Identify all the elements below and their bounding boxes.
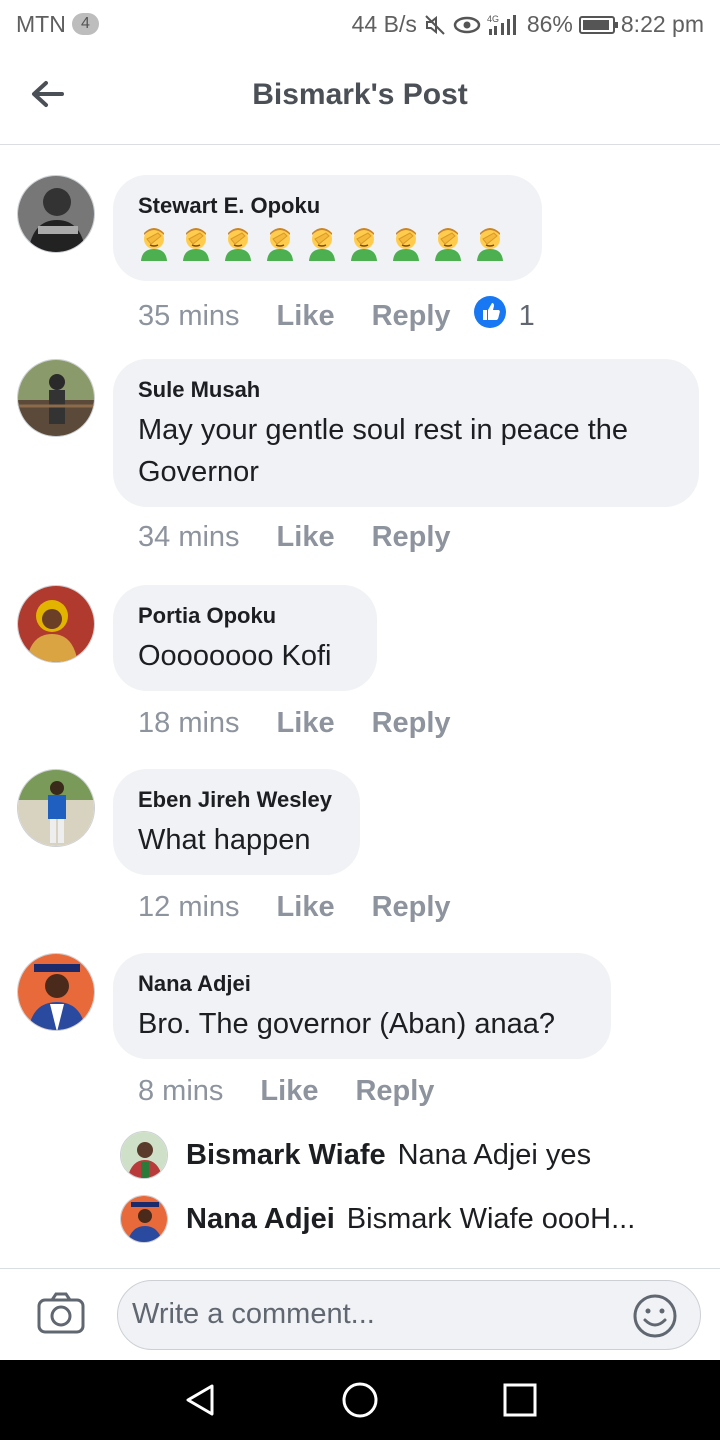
- page-title: Bismark's Post: [252, 78, 468, 111]
- comment-bubble[interactable]: Sule Musah May your gentle soul rest in …: [113, 359, 699, 507]
- network-speed: 44 B/s: [351, 11, 417, 37]
- facepalm-emoji: [474, 225, 506, 266]
- reply-button[interactable]: Reply: [372, 891, 451, 924]
- carrier-name: MTN: [16, 11, 66, 37]
- like-button[interactable]: Like: [260, 1075, 318, 1108]
- comment-time[interactable]: 35 mins: [138, 300, 240, 333]
- like-button[interactable]: Like: [277, 521, 335, 554]
- status-bar: MTN 4 44 B/s 4G 86% 8:22 pm: [0, 0, 720, 50]
- comment-text: May your gentle soul rest in peace the G…: [138, 409, 673, 493]
- comment-input[interactable]: Write a comment...: [117, 1280, 701, 1350]
- camera-icon[interactable]: [37, 1291, 85, 1340]
- facepalm-emoji-row: [138, 225, 516, 266]
- battery-percent: 86%: [526, 11, 573, 37]
- comment-actions: 18 mins Like Reply: [138, 707, 473, 740]
- comment-author[interactable]: Portia Opoku: [138, 603, 351, 629]
- reaction-count: 1: [518, 299, 535, 332]
- reply-text: Nana Adjei yes: [397, 1138, 592, 1171]
- comment-bubble[interactable]: Nana Adjei Bro. The governor (Aban) anaa…: [113, 953, 611, 1059]
- facepalm-emoji: [432, 225, 464, 266]
- comment-bubble[interactable]: Eben Jireh Wesley What happen: [113, 769, 360, 875]
- comment-author[interactable]: Eben Jireh Wesley: [138, 787, 334, 813]
- comment-actions: 12 mins Like Reply: [138, 891, 473, 924]
- comment-text: Bro. The governor (Aban) anaa?: [138, 1008, 556, 1040]
- system-nav-bar: [0, 1360, 720, 1440]
- avatar[interactable]: [17, 953, 95, 1031]
- smiley-icon[interactable]: [632, 1293, 678, 1344]
- like-button[interactable]: Like: [277, 300, 335, 333]
- avatar[interactable]: [17, 585, 95, 663]
- comment-author[interactable]: Stewart E. Opoku: [138, 193, 516, 219]
- comment-composer: Write a comment...: [0, 1268, 720, 1361]
- comment-bubble[interactable]: Portia Opoku Oooooooo Kofi: [113, 585, 377, 691]
- facepalm-emoji: [306, 225, 338, 266]
- comment-actions: 35 mins Like Reply 1: [138, 295, 535, 337]
- comment-text-line: May your gentle soul rest in peace the: [138, 414, 629, 446]
- sim-badge: 4: [72, 13, 99, 35]
- thumbs-up-icon: [473, 295, 507, 337]
- reply-button[interactable]: Reply: [372, 521, 451, 554]
- comment-bubble[interactable]: Stewart E. Opoku: [113, 175, 542, 281]
- reply-button[interactable]: Reply: [372, 707, 451, 740]
- avatar[interactable]: [17, 769, 95, 847]
- comment-text: Oooooooo Kofi: [138, 640, 332, 672]
- facepalm-emoji: [138, 225, 170, 266]
- comment-input-placeholder: Write a comment...: [132, 1298, 375, 1330]
- comment-text-line: Governor: [138, 456, 259, 488]
- facepalm-emoji: [180, 225, 212, 266]
- comment-time[interactable]: 12 mins: [138, 891, 240, 924]
- back-nav-icon[interactable]: [180, 1380, 220, 1425]
- comment-time[interactable]: 34 mins: [138, 521, 240, 554]
- post-header: Bismark's Post: [0, 50, 720, 145]
- reply-text: Bismark Wiafe oooH...: [346, 1202, 636, 1235]
- reply-preview[interactable]: Nana Adjei Bismark Wiafe oooH...: [120, 1195, 635, 1243]
- signal-icon: 4G: [487, 13, 521, 37]
- reaction-summary[interactable]: 1: [473, 295, 535, 337]
- comment-actions: 34 mins Like Reply: [138, 521, 473, 554]
- facepalm-emoji: [390, 225, 422, 266]
- facepalm-emoji: [222, 225, 254, 266]
- home-nav-icon[interactable]: [340, 1380, 380, 1425]
- facepalm-emoji: [348, 225, 380, 266]
- eye-icon: [453, 14, 481, 36]
- clock: 8:22 pm: [620, 11, 704, 37]
- reply-author[interactable]: Nana Adjei: [186, 1203, 335, 1236]
- reply-button[interactable]: Reply: [355, 1075, 434, 1108]
- mute-icon: [423, 13, 447, 37]
- reply-button[interactable]: Reply: [372, 300, 451, 333]
- reply-preview[interactable]: Bismark Wiafe Nana Adjei yes: [120, 1131, 591, 1179]
- avatar[interactable]: [17, 359, 95, 437]
- avatar[interactable]: [17, 175, 95, 253]
- avatar[interactable]: [120, 1131, 168, 1179]
- like-button[interactable]: Like: [277, 707, 335, 740]
- comment-time[interactable]: 18 mins: [138, 707, 240, 740]
- comment-author[interactable]: Nana Adjei: [138, 971, 585, 997]
- recents-nav-icon[interactable]: [500, 1380, 540, 1425]
- svg-text:4G: 4G: [487, 14, 499, 24]
- comment-text: What happen: [138, 824, 311, 856]
- reply-author[interactable]: Bismark Wiafe: [186, 1139, 386, 1172]
- battery-icon: [578, 15, 618, 34]
- facepalm-emoji: [264, 225, 296, 266]
- comment-time[interactable]: 8 mins: [138, 1075, 223, 1108]
- comment-actions: 8 mins Like Reply: [138, 1075, 456, 1108]
- comment-author[interactable]: Sule Musah: [138, 377, 673, 403]
- like-button[interactable]: Like: [277, 891, 335, 924]
- avatar[interactable]: [120, 1195, 168, 1243]
